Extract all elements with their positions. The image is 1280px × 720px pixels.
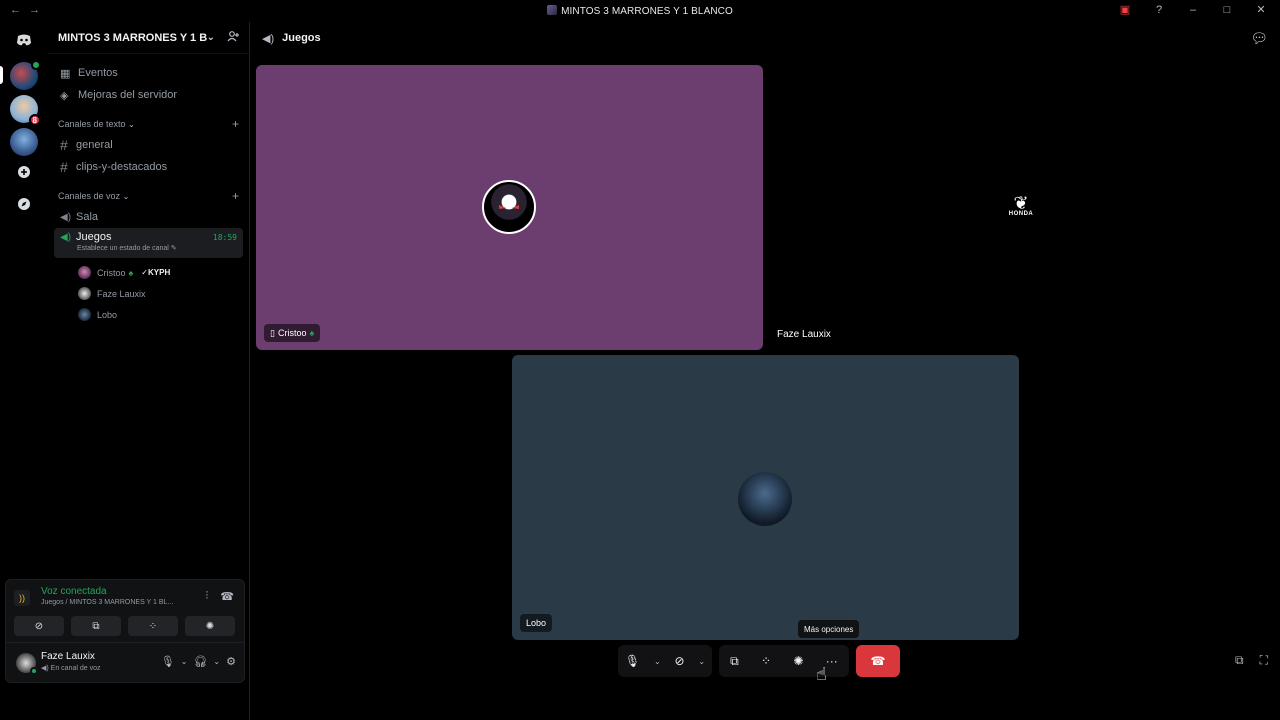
speaker-icon: ◀) [262, 32, 275, 45]
add-channel-icon[interactable]: + [232, 117, 239, 131]
voice-member-faze[interactable]: Faze Lauxix [48, 283, 249, 304]
soundboard-icon[interactable]: ✺ [793, 654, 803, 668]
channel-header: ◀) Juegos 💬︎ [250, 22, 1280, 54]
video-tile-faze[interactable]: ❦ HONDA Faze Lauxix [767, 65, 1274, 350]
camera-off-button[interactable]: ⊘ [14, 616, 64, 636]
more-options-tooltip: Más opciones [798, 620, 860, 638]
leave-call-button[interactable]: ☎ [856, 645, 900, 677]
voice-channels-category[interactable]: Canales de voz ⌄ + [48, 186, 249, 206]
tile-name-label: Lobo [520, 614, 553, 632]
disconnect-icon[interactable]: ☎ [220, 590, 234, 603]
hand-cursor-icon: ☝ [816, 664, 827, 684]
view-controls: ⧉ ⛶ [1235, 653, 1268, 668]
hash-icon: # [60, 159, 68, 175]
actions-group: ⧉ ⁘ ✺ ··· [719, 645, 849, 677]
pop-out-icon[interactable]: ⧉ [1235, 653, 1244, 668]
voice-status-title: Voz conectada [41, 586, 107, 597]
discord-home-icon[interactable] [10, 26, 38, 54]
voice-member-cristoo[interactable]: Cristoo ♠ ✓KYPH [48, 262, 249, 283]
activities-button[interactable]: ⁘ [128, 616, 178, 636]
minimize-icon[interactable]: – [1186, 4, 1200, 16]
help-icon[interactable]: ? [1152, 4, 1166, 16]
voice-connected-panel: )) Voz conectada Juegos / MINTOS 3 MARRO… [5, 579, 245, 643]
microphone-icon[interactable]: 🎙︎ [625, 654, 640, 668]
channel-sala[interactable]: ◀) Sala [54, 206, 243, 228]
chevron-down-icon: ⌄ [128, 120, 135, 129]
channel-clips[interactable]: # clips-y-destacados [54, 156, 243, 178]
tile-name-label: ▯ Cristoo ♠ [264, 324, 321, 342]
chevron-down-icon[interactable]: ⌄ [698, 657, 705, 666]
phone-badge-icon: ♠ [128, 267, 134, 278]
mention-badge: 8 [28, 114, 41, 126]
hang-up-icon: ☎ [870, 654, 886, 668]
voice-timer: 18:59 [212, 232, 237, 242]
close-icon[interactable]: ✕ [1254, 3, 1268, 16]
add-channel-icon[interactable]: + [232, 189, 239, 203]
inbox-icon[interactable]: ▣ [1118, 3, 1132, 16]
channel-juegos[interactable]: ◀) Juegos 18:59 Establece un estado de c… [54, 228, 243, 258]
camera-off-icon: ⊘ [34, 620, 44, 632]
avatar [78, 287, 91, 300]
events-link[interactable]: ▦ Eventos [48, 62, 249, 84]
noise-suppression-icon[interactable]: ⫶ [206, 590, 209, 603]
speaker-icon: ◀) [60, 211, 72, 223]
boost-icon: ◈ [60, 89, 69, 102]
avatar [738, 472, 792, 526]
server-header[interactable]: MINTOS 3 MARRONES Y 1 B... ⌄ [48, 22, 249, 54]
avatar [482, 180, 536, 234]
soundboard-button[interactable]: ✺ [185, 616, 235, 636]
window-title: MINTOS 3 MARRONES Y 1 BLANCO [0, 5, 1280, 17]
hash-icon: # [60, 137, 68, 153]
avatar [78, 308, 91, 321]
activities-icon[interactable]: ⁘ [761, 654, 771, 668]
video-tile-lobo[interactable]: Lobo [512, 355, 1019, 640]
honda-logo-avatar: ❦ HONDA [1000, 185, 1042, 227]
more-options-button[interactable]: ··· [826, 654, 838, 668]
soundboard-icon: ✺ [205, 620, 215, 632]
server-icon-2[interactable]: 8 [10, 95, 41, 126]
server-boost-link[interactable]: ◈ Mejoras del servidor [48, 84, 249, 106]
wing-icon: ❦ [1013, 193, 1029, 213]
explore-icon[interactable] [10, 190, 38, 218]
audio-video-group: 🎙︎ ⌄ ⊘ ⌄ [618, 645, 712, 677]
selected-pill [0, 66, 3, 84]
server-icon-1[interactable] [10, 60, 41, 90]
video-tile-cristoo[interactable]: ▯ Cristoo ♠ [256, 65, 763, 350]
speaker-icon: ◀) [60, 231, 72, 243]
window-controls: ▣ ? – □ ✕ [1118, 3, 1268, 17]
channel-title: Juegos [282, 32, 321, 44]
camera-off-icon[interactable]: ⊘ [674, 654, 684, 668]
guild-tag: ✓KYPH [141, 268, 171, 277]
tile-name-label: Faze Lauxix [777, 329, 831, 340]
screen-share-icon[interactable]: ⧉ [730, 654, 739, 669]
fullscreen-icon[interactable]: ⛶ [1260, 653, 1268, 668]
server-icon [547, 5, 558, 15]
chevron-down-icon: ⌄ [122, 192, 130, 201]
text-channels-category[interactable]: Canales de texto ⌄ + [48, 114, 249, 134]
maximize-icon[interactable]: □ [1220, 4, 1234, 16]
server-name: MINTOS 3 MARRONES Y 1 B... [58, 31, 207, 44]
invite-people-icon[interactable] [227, 30, 239, 45]
add-server-icon[interactable] [10, 158, 38, 186]
voice-status-subtitle[interactable]: Juegos / MINTOS 3 MARRONES Y 1 BL... [41, 599, 173, 606]
phone-badge-icon: ♠ [309, 328, 315, 338]
pencil-icon: ✎ [170, 245, 177, 252]
server-icon-3[interactable] [10, 128, 38, 156]
chevron-down-icon[interactable]: ⌄ [654, 657, 661, 666]
avatar [78, 266, 91, 279]
screen-share-icon: ⧉ [92, 620, 100, 632]
signal-icon[interactable]: )) [14, 590, 30, 606]
chevron-down-icon: ⌄ [206, 32, 215, 43]
calendar-icon: ▦ [60, 67, 71, 80]
chat-bubble-icon[interactable]: 💬︎ [1250, 30, 1268, 47]
call-controls: 🎙︎ ⌄ ⊘ ⌄ ⧉ ⁘ ✺ ··· ☎ [0, 645, 1280, 677]
title-bar: ← → MINTOS 3 MARRONES Y 1 BLANCO ▣ ? – □… [0, 0, 1280, 22]
channel-general[interactable]: # general [54, 134, 243, 156]
activities-icon: ⁘ [148, 620, 158, 632]
mobile-icon: ▯ [270, 327, 275, 338]
set-channel-status[interactable]: Establece un estado de canal ✎ [77, 244, 177, 252]
screen-share-button[interactable]: ⧉ [71, 616, 121, 636]
voice-member-lobo[interactable]: Lobo [48, 304, 249, 325]
live-badge [31, 60, 41, 70]
